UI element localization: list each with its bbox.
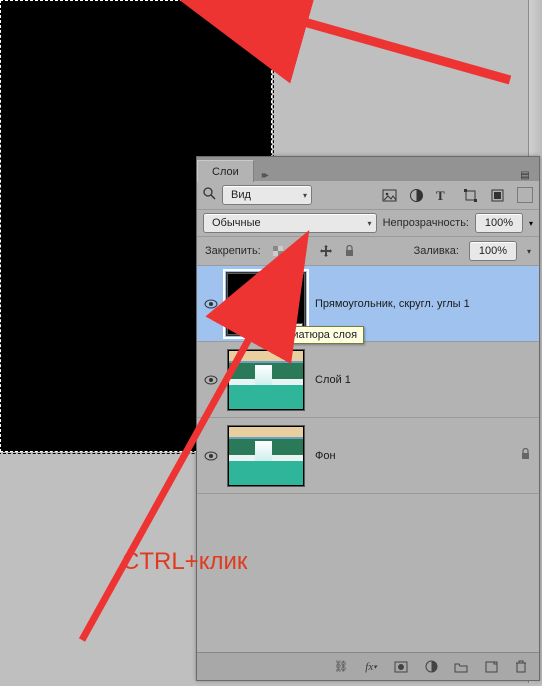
annotation-arrow-top	[0, 0, 542, 686]
